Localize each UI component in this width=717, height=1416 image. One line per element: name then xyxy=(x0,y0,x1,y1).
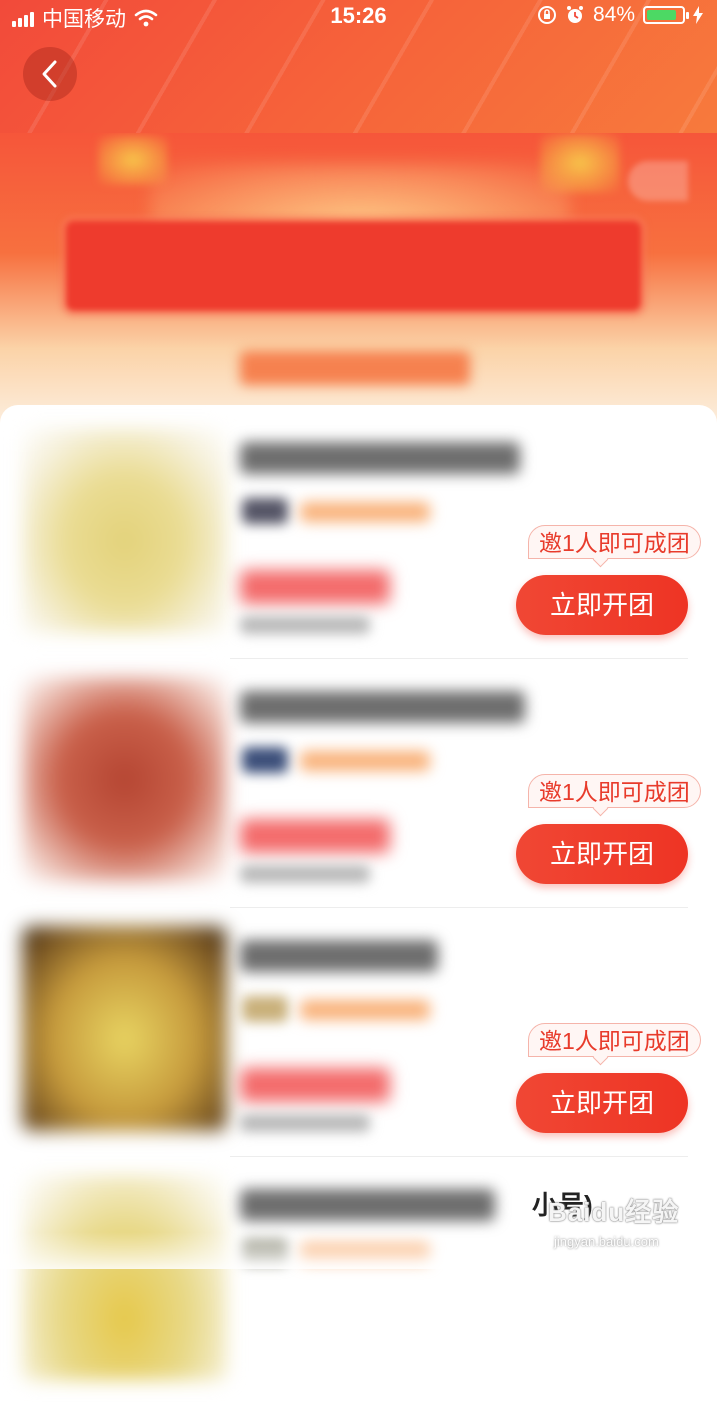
battery-icon xyxy=(643,6,689,24)
watermark-url: jingyan.baidu.com xyxy=(554,1234,659,1249)
group-tag: 邀1人即可成团 xyxy=(528,774,701,808)
product-item[interactable]: 邀1人即可成团 立即开团 xyxy=(0,420,717,669)
banner-title-box xyxy=(66,221,641,311)
original-price xyxy=(240,616,370,634)
product-name xyxy=(240,940,438,972)
product-name xyxy=(240,1189,495,1221)
shop-avatar xyxy=(242,498,288,524)
status-right: 84% xyxy=(537,3,703,27)
battery-fill xyxy=(647,10,676,20)
original-price xyxy=(240,865,370,883)
alarm-icon xyxy=(566,6,583,23)
shop-avatar xyxy=(242,996,288,1022)
shop-avatar xyxy=(242,747,288,773)
start-group-button[interactable]: 立即开团 xyxy=(516,824,688,884)
product-list: 邀1人即可成团 立即开团 邀1人即可成团 立即开团 邀1人即可成团 立即开团 小… xyxy=(0,405,717,1380)
orientation-lock-icon xyxy=(537,6,556,24)
group-tag: 邀1人即可成团 xyxy=(528,1023,701,1057)
item-divider xyxy=(230,1156,688,1157)
item-divider xyxy=(230,658,688,659)
status-bar: 中国移动 15:26 84% xyxy=(0,0,717,32)
watermark-logo: Baidu经验 xyxy=(548,1197,680,1227)
item-divider xyxy=(230,907,688,908)
shop-name xyxy=(300,502,430,522)
promo-banner xyxy=(0,133,717,433)
group-price xyxy=(240,570,390,604)
product-name xyxy=(240,442,520,474)
product-item[interactable]: 邀1人即可成团 立即开团 xyxy=(0,918,717,1167)
baidu-watermark: Baidu经验 jingyan.baidu.com xyxy=(548,1192,683,1254)
charging-icon xyxy=(693,6,703,24)
banner-decoration-left xyxy=(98,135,168,185)
group-price xyxy=(240,1068,390,1102)
group-price xyxy=(240,819,390,853)
chevron-left-icon xyxy=(42,60,57,88)
original-price xyxy=(240,1114,370,1132)
product-image[interactable] xyxy=(22,1175,227,1380)
battery-percent: 84% xyxy=(592,3,635,26)
banner-subtitle xyxy=(240,351,470,385)
shop-name xyxy=(300,1000,430,1020)
product-image[interactable] xyxy=(22,926,227,1131)
bottom-fade xyxy=(0,1232,530,1269)
group-tag: 邀1人即可成团 xyxy=(528,525,701,559)
product-image[interactable] xyxy=(22,428,227,633)
shop-name xyxy=(300,751,430,771)
banner-decoration-right xyxy=(540,133,620,193)
back-button[interactable] xyxy=(23,47,77,101)
start-group-button[interactable]: 立即开团 xyxy=(516,575,688,635)
share-tab[interactable] xyxy=(628,161,688,201)
product-item[interactable]: 邀1人即可成团 立即开团 xyxy=(0,669,717,918)
start-group-button[interactable]: 立即开团 xyxy=(516,1073,688,1133)
product-image[interactable] xyxy=(22,677,227,882)
product-name xyxy=(240,691,525,723)
